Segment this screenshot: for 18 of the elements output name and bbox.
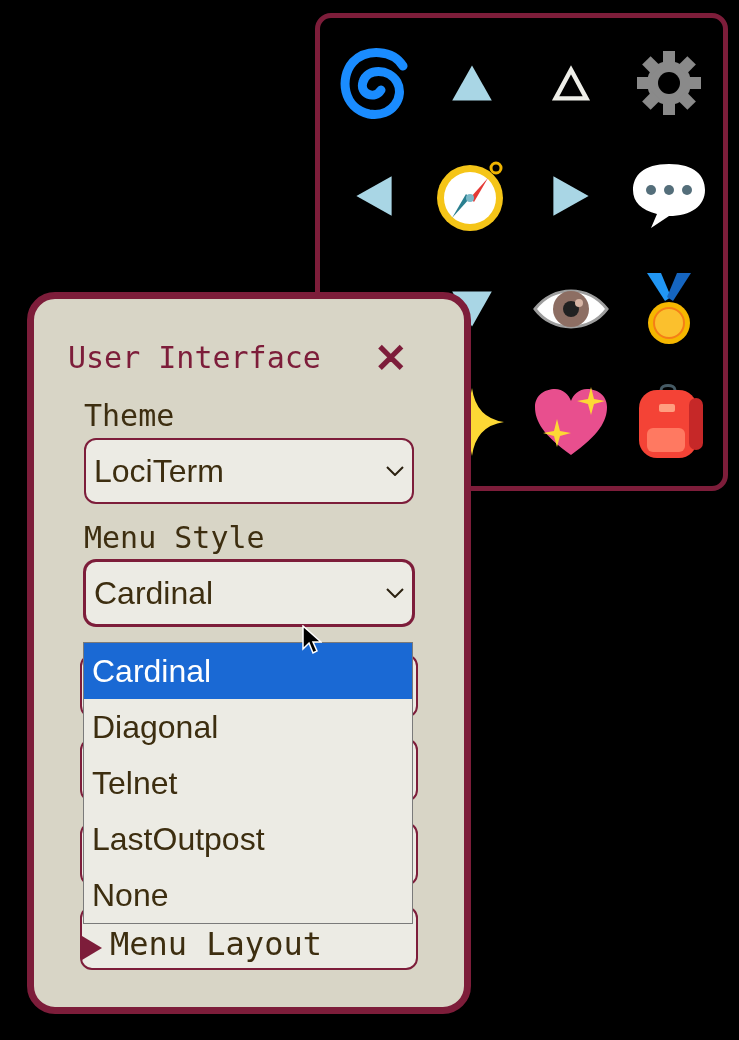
sparkling-heart-icon[interactable] xyxy=(532,386,609,457)
dropdown-option[interactable]: Telnet xyxy=(84,755,412,811)
close-button[interactable]: ✕ xyxy=(374,337,408,378)
field-label: Menu Style xyxy=(84,519,266,557)
dialog-title: User Interface xyxy=(68,339,321,377)
select-field[interactable]: Cardinal xyxy=(84,560,414,626)
field-label: Theme xyxy=(84,397,176,435)
speech-bubble-icon[interactable] xyxy=(630,161,707,230)
settings-icon[interactable] xyxy=(634,48,703,117)
dropdown-option[interactable]: LastOutpost xyxy=(84,811,412,867)
mouse-cursor-icon xyxy=(302,625,322,655)
select-field[interactable]: LociTerm xyxy=(84,438,414,504)
medal-icon[interactable] xyxy=(644,270,693,347)
dropdown-option[interactable]: Diagonal xyxy=(84,699,412,755)
expand-triangle-icon xyxy=(82,936,102,960)
chevron-down-icon xyxy=(386,588,404,598)
chevron-down-icon xyxy=(386,466,404,476)
dropdown-option[interactable]: Cardinal xyxy=(84,643,412,699)
